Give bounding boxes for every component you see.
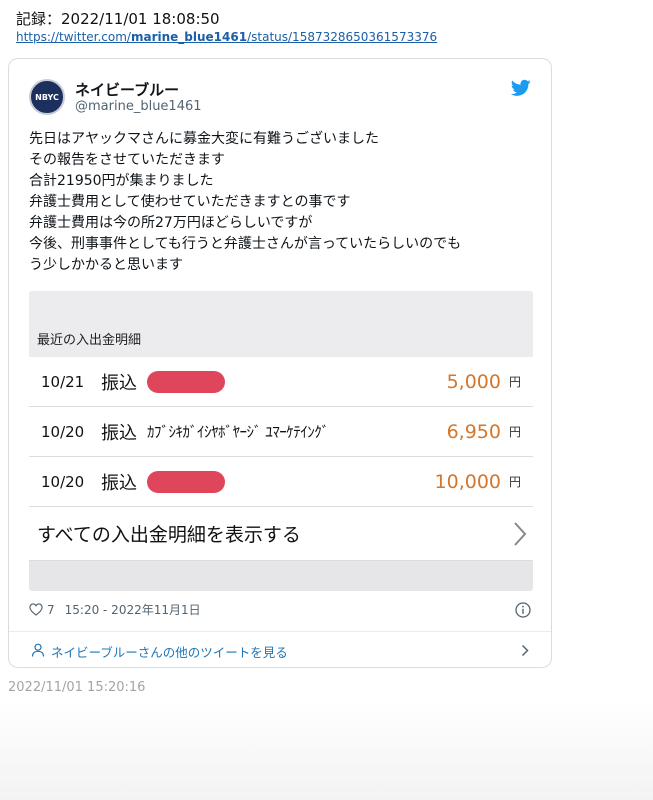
tweet-timestamp[interactable]: 15:20 - 2022年11月1日 <box>65 601 201 618</box>
row-date: 10/21 <box>41 372 85 391</box>
user-handle[interactable]: @marine_blue1461 <box>75 99 202 114</box>
row-amount: 5,000 <box>446 370 501 393</box>
statement-rows: 10/21 振込 5,000 円 10/20 振込 ｶﾌﾞｼｷｶﾞｲｼﾔﾎﾞﾔｰ… <box>29 357 533 591</box>
display-name[interactable]: ネイビーブルー <box>75 79 179 100</box>
tweet-text: 先日はアヤックマさんに募金大変に有難うございました その報告をさせていただきます… <box>29 131 462 273</box>
row-amount: 6,950 <box>446 420 501 443</box>
avatar-text: NBYC <box>35 92 59 102</box>
statement-row: 10/20 振込 10,000 円 <box>29 457 533 507</box>
url-suffix: /status/1587328650361573376 <box>247 30 438 44</box>
page-bottom-area <box>0 700 653 800</box>
bank-statement-image[interactable]: 最近の入出金明細 10/21 振込 5,000 円 10/20 振込 ｶﾌﾞｼｷ… <box>29 291 533 591</box>
url-username: marine_blue1461 <box>130 30 248 44</box>
statement-title: 最近の入出金明細 <box>37 333 142 348</box>
tweet-url-link[interactable]: https://twitter.com/marine_blue1461/stat… <box>16 30 437 44</box>
redaction-mark <box>147 371 225 393</box>
row-type: 振込 <box>101 472 137 494</box>
chevron-right-icon <box>514 522 527 546</box>
row-date: 10/20 <box>41 472 85 491</box>
record-timestamp: 記録：2022/11/01 18:08:50 <box>16 10 220 28</box>
statement-row: 10/20 振込 ｶﾌﾞｼｷｶﾞｲｼﾔﾎﾞﾔｰｼﾞ ﾕﾏｰｹﾃｲﾝｸﾞ 6,95… <box>29 407 533 457</box>
row-amount: 10,000 <box>434 470 501 493</box>
twitter-bird-icon[interactable] <box>511 79 531 97</box>
chevron-right-icon <box>521 644 529 657</box>
show-all-statements: すべての入出金明細を表示する <box>29 507 533 561</box>
row-type: 振込 <box>101 372 137 394</box>
row-unit: 円 <box>508 375 521 389</box>
row-date: 10/20 <box>41 422 85 441</box>
redaction-mark <box>147 471 225 493</box>
info-icon[interactable] <box>515 602 531 618</box>
more-tweets-label: ネイビーブルーさんの他のツイートを見る <box>51 645 288 660</box>
tweet-meta: 7 15:20 - 2022年11月1日 <box>29 601 201 618</box>
show-all-label: すべての入出金明細を表示する <box>37 524 301 546</box>
more-tweets-link[interactable]: ネイビーブルーさんの他のツイートを見る <box>9 631 551 668</box>
url-prefix: https://twitter.com/ <box>16 30 131 44</box>
tweet-card: NBYC ネイビーブルー @marine_blue1461 先日はアヤックマさん… <box>8 58 552 668</box>
row-unit: 円 <box>508 425 521 439</box>
like-count[interactable]: 7 <box>47 603 55 617</box>
saved-timestamp: 2022/11/01 15:20:16 <box>8 680 146 695</box>
row-type: 振込 <box>101 422 137 444</box>
statement-footer <box>29 561 533 591</box>
person-icon <box>31 643 45 657</box>
avatar[interactable]: NBYC <box>29 79 65 115</box>
row-payer-name: ｶﾌﾞｼｷｶﾞｲｼﾔﾎﾞﾔｰｼﾞ ﾕﾏｰｹﾃｲﾝｸﾞ <box>147 423 329 441</box>
statement-header: 最近の入出金明細 <box>29 291 533 357</box>
heart-icon[interactable] <box>29 603 43 616</box>
statement-row: 10/21 振込 5,000 円 <box>29 357 533 407</box>
row-unit: 円 <box>508 475 521 489</box>
